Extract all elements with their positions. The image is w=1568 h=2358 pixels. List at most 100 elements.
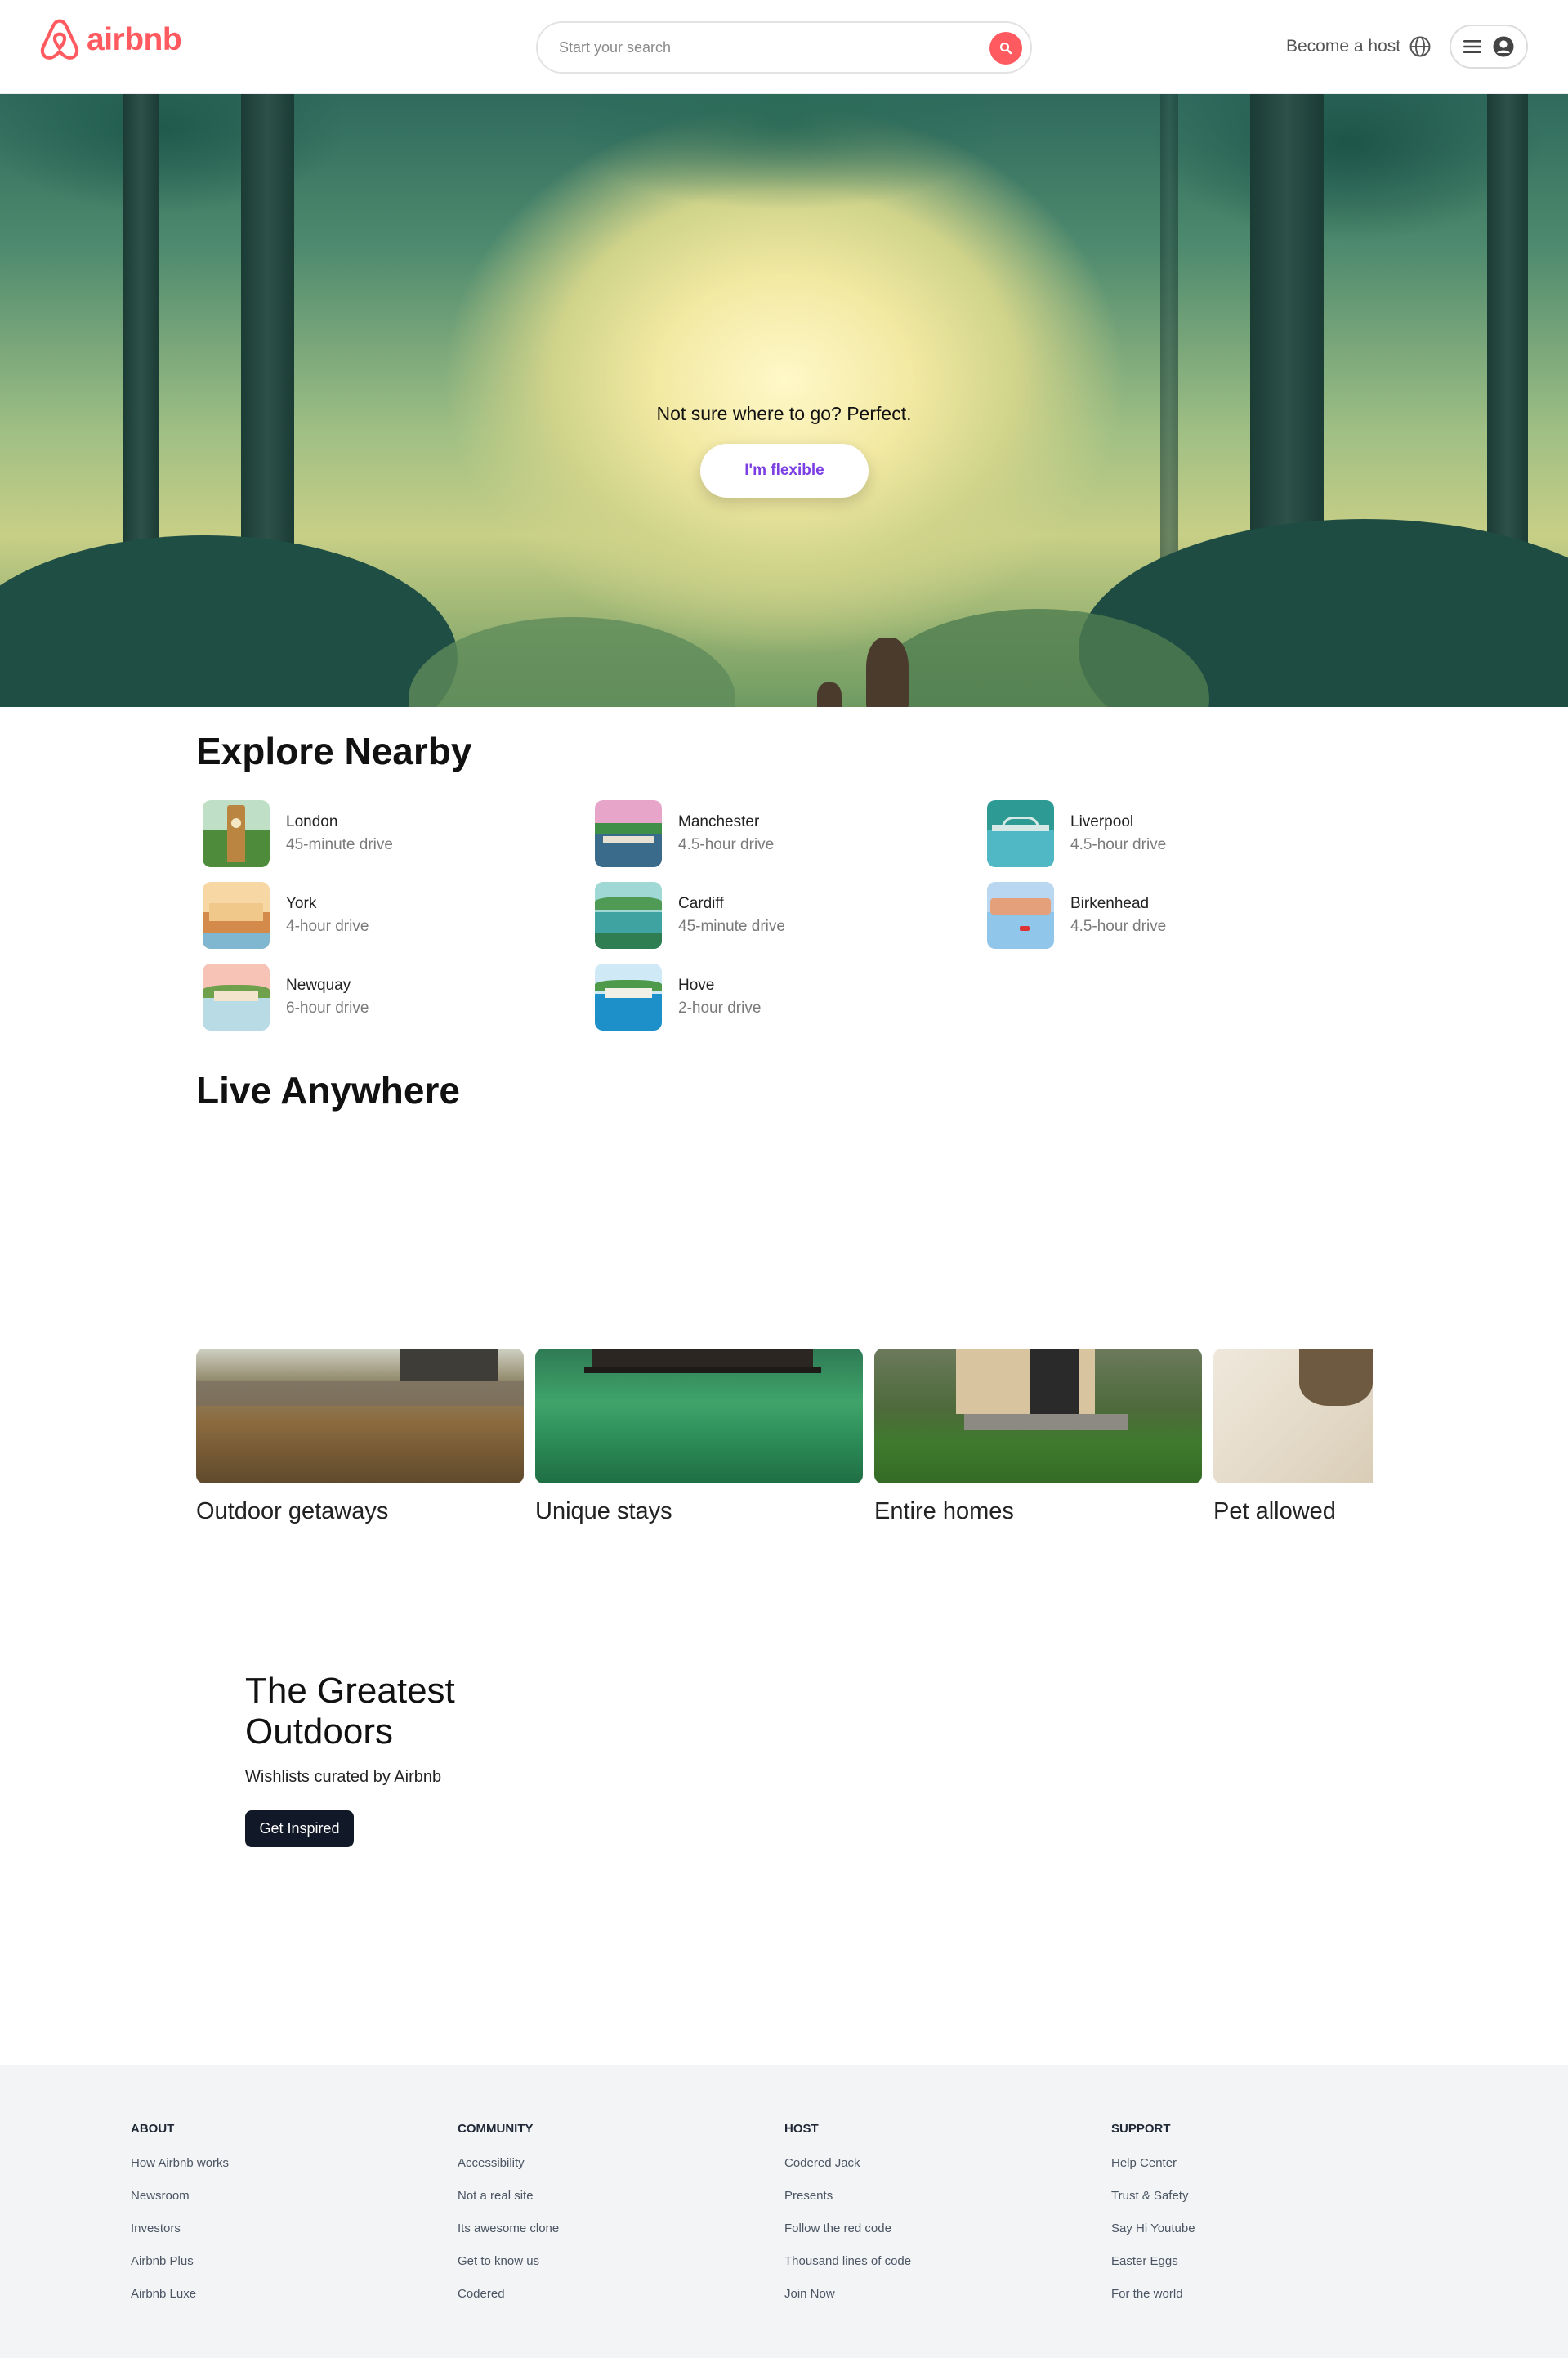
nearby-item[interactable]: Birkenhead 4.5-hour drive [987, 881, 1347, 950]
nearby-thumbnail [203, 964, 270, 1031]
menu-icon [1463, 40, 1481, 53]
nearby-distance: 45-minute drive [678, 918, 785, 935]
hero-foliage [0, 535, 458, 707]
footer-heading: SUPPORT [1111, 2122, 1171, 2136]
footer-link[interactable]: Airbnb Plus [131, 2245, 229, 2278]
airbnb-logo-icon [40, 19, 79, 60]
hero-foliage [409, 617, 735, 707]
hero-hiker [866, 638, 909, 707]
footer-link[interactable]: Trust & Safety [1111, 2180, 1195, 2213]
nearby-distance: 6-hour drive [286, 1000, 369, 1017]
nearby-thumbnail [595, 964, 662, 1031]
footer-link[interactable]: How Airbnb works [131, 2147, 229, 2180]
nearby-city: Cardiff [678, 895, 724, 912]
search-button[interactable] [989, 32, 1022, 65]
footer-heading: COMMUNITY [458, 2122, 534, 2136]
category-title: Unique stays [535, 1498, 672, 1524]
footer-link[interactable]: Investors [131, 2213, 229, 2245]
footer-link[interactable]: Not a real site [458, 2180, 559, 2213]
category-card[interactable]: Pet allowed [1213, 1349, 1373, 1525]
nearby-item[interactable]: Hove 2-hour drive [595, 963, 954, 1031]
footer-link[interactable]: Get to know us [458, 2245, 559, 2278]
nearby-thumbnail [595, 882, 662, 949]
footer-link[interactable]: Its awesome clone [458, 2213, 559, 2245]
category-card[interactable]: Outdoor getaways [196, 1349, 524, 1525]
nearby-city: Birkenhead [1070, 895, 1150, 912]
nearby-item[interactable]: York 4-hour drive [203, 881, 562, 950]
nearby-thumbnail [595, 800, 662, 867]
footer-link[interactable]: Thousand lines of code [784, 2245, 911, 2278]
footer: ABOUT How Airbnb works Newsroom Investor… [0, 2065, 1568, 2358]
category-image [1213, 1349, 1373, 1483]
category-image [874, 1349, 1202, 1483]
user-icon [1493, 36, 1514, 57]
category-title: Outdoor getaways [196, 1498, 389, 1524]
category-title: Entire homes [874, 1498, 1014, 1524]
footer-column-about: ABOUT How Airbnb works Newsroom Investor… [131, 2122, 229, 2311]
footer-column-host: HOST Codered Jack Presents Follow the re… [784, 2122, 911, 2311]
footer-link[interactable]: Airbnb Luxe [131, 2278, 229, 2311]
nearby-item[interactable]: Newquay 6-hour drive [203, 963, 562, 1031]
search-icon [999, 42, 1012, 55]
footer-column-community: COMMUNITY Accessibility Not a real site … [458, 2122, 559, 2311]
nearby-distance: 4-hour drive [286, 918, 369, 935]
greatest-outdoors-subtitle: Wishlists curated by Airbnb [245, 1768, 442, 1786]
footer-link[interactable]: Presents [784, 2180, 911, 2213]
footer-link[interactable]: Easter Eggs [1111, 2245, 1195, 2278]
hero-tagline: Not sure where to go? Perfect. [656, 403, 912, 424]
footer-heading: HOST [784, 2122, 819, 2136]
footer-heading: ABOUT [131, 2122, 175, 2136]
explore-nearby-title: Explore Nearby [196, 730, 472, 772]
become-host-link[interactable]: Become a host [1286, 37, 1400, 56]
nearby-thumbnail [987, 882, 1054, 949]
get-inspired-button[interactable]: Get Inspired [245, 1810, 354, 1847]
category-card[interactable]: Unique stays [535, 1349, 863, 1525]
nearby-item[interactable]: Manchester 4.5-hour drive [595, 799, 954, 868]
category-title: Pet allowed [1213, 1498, 1336, 1524]
category-image [535, 1349, 863, 1483]
airbnb-logo[interactable]: airbnb [39, 18, 182, 62]
footer-link[interactable]: Join Now [784, 2278, 911, 2311]
nearby-distance: 4.5-hour drive [1070, 918, 1167, 935]
footer-link[interactable]: For the world [1111, 2278, 1195, 2311]
nearby-distance: 45-minute drive [286, 836, 393, 853]
hero-banner: Not sure where to go? Perfect. I'm flexi… [0, 94, 1568, 707]
greatest-outdoors-title: The Greatest Outdoors [245, 1671, 455, 1752]
globe-icon[interactable] [1409, 35, 1432, 58]
footer-link[interactable]: Say Hi Youtube [1111, 2213, 1195, 2245]
hero-tree-trunk [1160, 94, 1178, 584]
nearby-city: York [286, 895, 317, 912]
nearby-distance: 4.5-hour drive [678, 836, 775, 853]
nearby-thumbnail [203, 882, 270, 949]
footer-link[interactable]: Newsroom [131, 2180, 229, 2213]
hero-canopy [0, 94, 1568, 306]
nearby-item[interactable]: Cardiff 45-minute drive [595, 881, 954, 950]
hero-child [817, 682, 842, 707]
nearby-city: Newquay [286, 977, 351, 994]
category-card[interactable]: Entire homes [874, 1349, 1202, 1525]
logo-text: airbnb [87, 22, 182, 57]
nearby-city: Hove [678, 977, 715, 994]
footer-column-support: SUPPORT Help Center Trust & Safety Say H… [1111, 2122, 1195, 2311]
user-menu-button[interactable] [1450, 25, 1528, 69]
footer-link[interactable]: Help Center [1111, 2147, 1195, 2180]
footer-link[interactable]: Codered Jack [784, 2147, 911, 2180]
search-bar[interactable] [536, 21, 1032, 74]
nearby-city: Manchester [678, 813, 760, 830]
nearby-item[interactable]: London 45-minute drive [203, 799, 562, 868]
search-input[interactable] [559, 34, 951, 61]
im-flexible-button[interactable]: I'm flexible [700, 444, 869, 498]
top-navbar: airbnb Become a host [0, 0, 1568, 94]
nearby-thumbnail [987, 800, 1054, 867]
category-image [196, 1349, 524, 1483]
footer-link[interactable]: Accessibility [458, 2147, 559, 2180]
nearby-item[interactable]: Liverpool 4.5-hour drive [987, 799, 1347, 868]
nearby-city: Liverpool [1070, 813, 1134, 830]
nearby-thumbnail [203, 800, 270, 867]
nearby-distance: 4.5-hour drive [1070, 836, 1167, 853]
nearby-city: London [286, 813, 338, 830]
footer-link[interactable]: Follow the red code [784, 2213, 911, 2245]
nearby-distance: 2-hour drive [678, 1000, 762, 1017]
live-anywhere-title: Live Anywhere [196, 1069, 460, 1112]
footer-link[interactable]: Codered [458, 2278, 559, 2311]
